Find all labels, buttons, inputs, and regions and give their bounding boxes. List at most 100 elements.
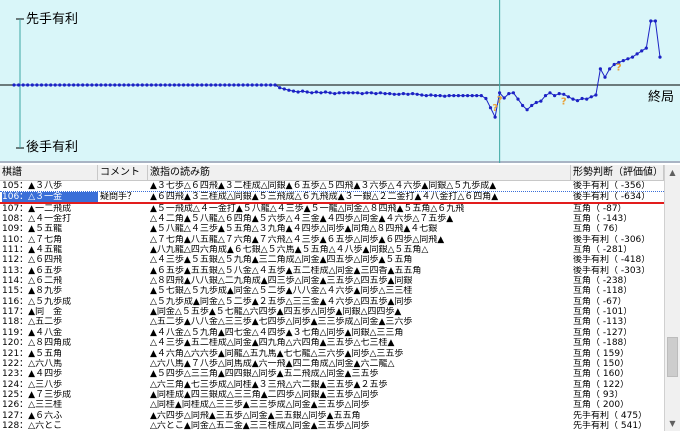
move-cell: 121：▲５五角 (2, 348, 63, 359)
current-move-line (0, 202, 664, 204)
table-row[interactable]: 124：△三八歩 △六三角▲七三歩成△同桂▲３三飛△六二銀▲三五歩▲２五歩 互角（ … (0, 380, 664, 390)
header-reading[interactable]: 激指の読み筋 (148, 165, 571, 180)
eval-point (122, 83, 126, 87)
table-row[interactable]: 128：△六とこ △六とこ▲同金△五二金▲三三桂成△同金▲三五歩△同歩 先手有利（ … (0, 421, 664, 431)
move-cell: 128：△六とこ (2, 420, 63, 431)
table-row[interactable]: 123：▲４四歩 ▲５四歩△三三角▲四四銀△同歩▲五二飛成△同金▲三五歩 互角（ 1… (0, 369, 664, 379)
table-row[interactable]: 110：△７七角 △７七角▲八五龍△７六角▲７六飛△４三歩▲６五歩△同歩▲６四歩△… (0, 235, 664, 245)
eval-point (621, 59, 625, 63)
eval-point (236, 83, 241, 87)
eval-cell: 互角（ 160） (573, 369, 630, 380)
table-row[interactable]: 118：△五二歩 △五二歩▲八八金△三三歩▲七四歩△同歩▲三三歩成△同金▲三六歩 互… (0, 317, 664, 327)
eval-point (255, 83, 259, 87)
header-eval[interactable]: 形勢判断（評価値） (571, 165, 664, 180)
reading-cell: ▲４六角△六六歩▲同龍△五九馬▲七七龍△三六歩▲同歩△三五歩 (150, 348, 404, 359)
reading-cell: ▲六四歩△同飛▲三五歩△同金▲三五銀△同歩▲五五角 (150, 410, 361, 421)
table-row[interactable]: 119：▲４八金 ▲４八金△５九角▲四七金△４四歩▲３七角△同歩▲同銀△三三角 互角… (0, 328, 664, 338)
table-row[interactable]: 122：△六八馬 △六八馬▲７八歩△同馬成▲六一飛▲四二角成△同金▲六二龍△ 互角（… (0, 359, 664, 369)
graph-label-sente-advantage: 先手有利 (26, 12, 79, 27)
move-cell: 109：▲５五龍 (2, 224, 63, 235)
table-row[interactable]: 107：▲一二飛成 ▲５一飛成△４一金打▲５八龍△４三歩▲５一龍△同金△８四飛▲５… (0, 204, 664, 214)
table-row[interactable]: 113：▲６五歩 ▲６五歩▲五五銀△５八金△４五歩▲五二桂成△同金▲三四香▲五五角… (0, 266, 664, 276)
eval-point (516, 97, 520, 101)
eval-cell: 互角（ -67） (573, 296, 627, 307)
move-cell: 115：▲８九歩 (2, 286, 63, 297)
eval-point (626, 57, 630, 61)
eval-point (181, 83, 186, 87)
graph-label-end: 終局 (648, 90, 675, 105)
eval-point (507, 92, 511, 96)
table-row[interactable]: 111：▲４五龍 ▲八九龍△四六角成▲６七銀△５六馬▲５五角△４八歩▲同銀△５五角… (0, 245, 664, 255)
eval-point (99, 83, 103, 87)
table-row[interactable]: 109：▲５五龍 ▲５八龍△４三歩▲５五角△３九角▲４四歩△同歩▲同角△８四飛▲４… (0, 224, 664, 234)
eval-point (223, 83, 227, 87)
eval-point (259, 83, 263, 87)
eval-point (136, 83, 140, 87)
eval-point (319, 91, 323, 95)
evaluation-graph[interactable]: ???? 先手有利 後手有利 終局 (0, 0, 680, 163)
eval-point (163, 83, 167, 87)
reading-cell: ▲八九龍△四六角成▲６七銀△５六馬▲５五角△４八歩▲同銀△５五角△ (150, 245, 429, 256)
header-move[interactable]: 棋譜 (0, 165, 98, 180)
eval-point (351, 91, 355, 95)
eval-point (429, 93, 433, 97)
move-list-table[interactable]: 棋譜 コメント 激指の読み筋 形勢判断（評価値） 105：▲３八歩 ▲３七歩△６四… (0, 165, 680, 431)
table-row[interactable]: 108：△４一金打 △４二角▲５八龍△６四角▲５六歩△４三金▲４四歩△同金▲４六歩… (0, 214, 664, 224)
table-row[interactable]: 112：△６四飛 △４三歩▲５五銀△５九角▲三二角成△同金▲四五歩△同歩▲５五角 後… (0, 255, 664, 265)
eval-point (200, 83, 204, 87)
eval-point (511, 91, 515, 95)
reading-cell: △５九歩成▲同金△５二歩▲２五歩△三三金▲４六歩△四五歩▲同歩 (150, 296, 413, 307)
scroll-up-icon[interactable]: ▲ (665, 165, 680, 180)
move-cell: 108：△４一金打 (2, 214, 72, 225)
table-row[interactable]: 115：▲８九歩 ▲５七銀△５九歩成▲同金△５二歩▲八八金△４六歩▲同歩△三三桂 互… (0, 286, 664, 296)
eval-point (90, 83, 94, 87)
scroll-down-icon[interactable]: ▼ (665, 416, 680, 431)
eval-point (113, 83, 117, 87)
reading-cell: △同桂▲同桂成△三三歩▲三三歩成△同金▲三五歩△同歩 (150, 400, 370, 411)
eval-point (140, 83, 144, 87)
table-row[interactable]: 121：▲５五角 ▲４六角△六六歩▲同龍△五九馬▲七七龍△三六歩▲同歩△三五歩 互角… (0, 349, 664, 359)
eval-point (374, 92, 378, 96)
eval-point (411, 92, 415, 96)
eval-point (346, 91, 351, 95)
eval-cell: 互角（ 122） (573, 379, 630, 390)
eval-point (502, 96, 506, 100)
eval-point (30, 83, 34, 87)
eval-point (438, 94, 442, 98)
eval-point (466, 94, 470, 98)
table-row[interactable]: 126：△三三桂 △同桂▲同桂成△三三歩▲三三歩成△同金▲三五歩△同歩 互角（ 20… (0, 400, 664, 410)
header-comment[interactable]: コメント (98, 165, 148, 180)
table-row[interactable]: 125：▲７三歩成 ▲同桂成▲四三銀成△三三角▲二四歩△同銀▲三五歩△同歩 互角（ … (0, 390, 664, 400)
eval-point (424, 94, 428, 98)
table-header: 棋譜 コメント 激指の読み筋 形勢判断（評価値） (0, 165, 664, 181)
table-row[interactable]: 120：△８四角成 △４三歩▲五二桂成△同金▲四九角△六四角▲三五歩△七三桂▲ 互角… (0, 338, 664, 348)
table-row[interactable]: 105：▲３八歩 ▲３七歩△６四飛▲３二桂成△同銀▲６五歩△５四飛▲３六歩△４六歩… (0, 181, 664, 191)
table-row[interactable]: 127：▲６六ふ ▲六四歩△同飛▲三五歩△同金▲三五銀△同歩▲五五角 先手有利（ 4… (0, 411, 664, 421)
eval-cell: 先手有利（ 541） (573, 420, 648, 431)
eval-point (287, 88, 291, 92)
eval-point (186, 83, 190, 87)
eval-point (630, 55, 635, 59)
vertical-scrollbar[interactable]: ▲ ▼ (664, 165, 680, 431)
eval-point (640, 49, 644, 53)
table-row[interactable]: 116：△５九歩成 △５九歩成▲同金△５二歩▲２五歩△三三金▲４六歩△四五歩▲同歩… (0, 297, 664, 307)
question-marker: ? (497, 95, 503, 106)
scroll-thumb[interactable] (667, 337, 678, 377)
eval-point (305, 90, 309, 94)
move-cell: 107：▲一二飛成 (2, 203, 72, 214)
reading-cell: ▲同桂成▲四三銀成△三三角▲二四歩△同銀▲三五歩△同歩 (150, 389, 379, 400)
eval-point (159, 83, 163, 87)
move-cell: 119：▲４八金 (2, 327, 63, 338)
eval-point (433, 94, 438, 98)
eval-point (456, 94, 460, 98)
eval-cell: 互角（ -113） (573, 317, 633, 328)
eval-cell: 互角（ -143） (573, 214, 633, 225)
move-cell: 110：△７七角 (2, 234, 63, 245)
eval-point (145, 83, 149, 87)
eval-point (401, 92, 405, 96)
table-row[interactable]: 117：▲同 金 ▲同金△５五歩▲５七龍△六四歩▲四五歩△同歩▲同銀△四四歩▲ 互角… (0, 307, 664, 317)
eval-point (72, 83, 76, 87)
eval-point (269, 83, 273, 87)
eval-point (333, 92, 337, 96)
table-row[interactable]: 114：△６二飛 △８四飛▲八八銀△二九角成▲四三歩△同金▲三五歩△四五歩▲同銀 互… (0, 276, 664, 286)
